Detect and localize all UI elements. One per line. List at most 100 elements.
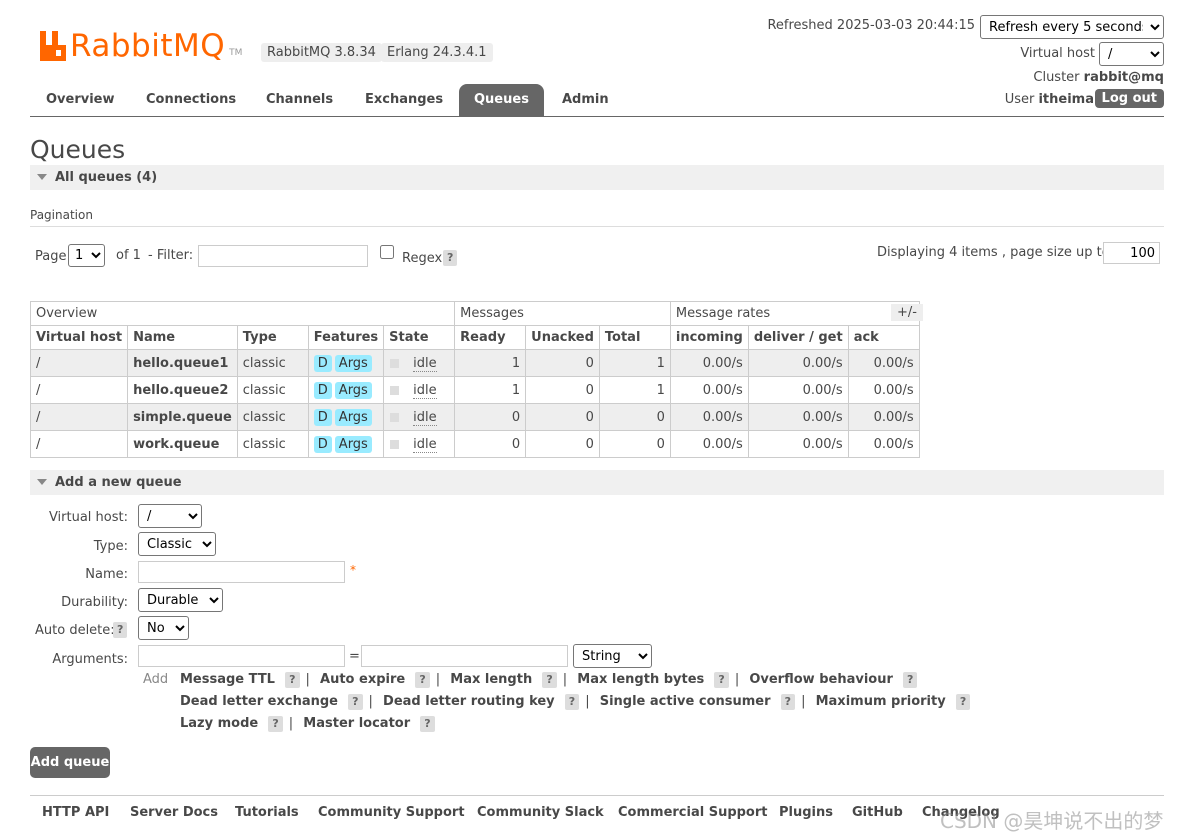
separator: | — [585, 694, 590, 709]
cluster-name: rabbit@mq — [1083, 70, 1164, 85]
tab-admin[interactable]: Admin — [547, 84, 624, 116]
rabbitmq-logo[interactable]: RabbitMQ TM — [40, 27, 243, 62]
queue-name-link[interactable]: work.queue — [127, 430, 238, 458]
help-icon[interactable]: ? — [955, 694, 971, 710]
type-field-select[interactable]: Classic — [138, 532, 216, 556]
erlang-badge: Erlang 24.3.4.1 — [381, 43, 493, 62]
collapse-triangle-icon — [37, 479, 47, 485]
arg-link-maximum-priority[interactable]: Maximum priority — [816, 694, 946, 709]
argument-key-input[interactable] — [138, 645, 345, 667]
cell-vhost: / — [29, 376, 129, 404]
virtual-host-select[interactable]: / — [1099, 42, 1164, 66]
arg-link-single-active-consumer[interactable]: Single active consumer — [600, 694, 771, 709]
footer-link-community-slack[interactable]: Community Slack — [477, 805, 604, 820]
arg-link-dead-letter-routing-key[interactable]: Dead letter routing key — [383, 694, 555, 709]
logo-trademark: TM — [229, 48, 243, 58]
tab-queues[interactable]: Queues — [459, 84, 544, 116]
add-argument-label: Add — [143, 672, 169, 687]
footer-link-github[interactable]: GitHub — [852, 805, 903, 820]
cell-vhost: / — [29, 349, 129, 377]
help-icon[interactable]: ? — [780, 694, 796, 710]
footer-link-commercial-support[interactable]: Commercial Support — [618, 805, 768, 820]
separator: | — [305, 672, 310, 687]
footer-link-http-api[interactable]: HTTP API — [42, 805, 109, 820]
arg-link-overflow-behaviour[interactable]: Overflow behaviour — [749, 672, 893, 687]
arg-link-auto-expire[interactable]: Auto expire — [320, 672, 405, 687]
column-header[interactable]: deliver / get — [747, 325, 849, 350]
help-icon[interactable]: ? — [285, 672, 300, 688]
column-header[interactable]: Ready — [454, 325, 527, 350]
column-header[interactable]: Unacked — [525, 325, 600, 350]
regex-help-icon[interactable]: ? — [443, 250, 458, 266]
durability-select[interactable]: Durable — [138, 588, 223, 612]
page-title: Queues — [30, 135, 126, 164]
cell-deliver-get: 0.00/s — [747, 349, 849, 377]
regex-checkbox[interactable] — [380, 245, 394, 259]
queue-name-link[interactable]: hello.queue1 — [127, 349, 238, 377]
footer-link-tutorials[interactable]: Tutorials — [235, 805, 299, 820]
add-queue-toggle[interactable]: Add a new queue — [30, 470, 1164, 495]
help-icon[interactable]: ? — [415, 672, 430, 688]
column-header[interactable]: Total — [598, 325, 671, 350]
tab-exchanges[interactable]: Exchanges — [350, 84, 458, 116]
arg-link-dead-letter-exchange[interactable]: Dead letter exchange — [180, 694, 338, 709]
column-header[interactable]: Virtual host — [29, 325, 129, 350]
argument-type-select[interactable]: String — [573, 644, 652, 668]
help-icon[interactable]: ? — [268, 716, 283, 732]
queues-table: Overview Messages Message rates Virtual … — [29, 301, 920, 458]
arg-link-master-locator[interactable]: Master locator — [303, 716, 410, 731]
table-row: / hello.queue2 classic D Args idle 1 0 1 … — [29, 376, 920, 404]
queue-name-input[interactable] — [138, 561, 345, 583]
auto-delete-select[interactable]: No — [138, 616, 189, 640]
state-text: idle — [413, 409, 437, 426]
feature-args-badge: Args — [334, 408, 372, 426]
arg-link-lazy-mode[interactable]: Lazy mode — [180, 716, 258, 731]
cell-vhost: / — [29, 403, 129, 431]
all-queues-toggle[interactable]: All queues (4) — [30, 165, 1164, 190]
help-icon[interactable]: ? — [542, 672, 557, 688]
tab-connections[interactable]: Connections — [131, 84, 251, 116]
arg-link-max-length-bytes[interactable]: Max length bytes — [577, 672, 704, 687]
cell-incoming: 0.00/s — [669, 430, 749, 458]
column-toggle-button[interactable]: +/- — [891, 304, 923, 321]
refresh-interval-select[interactable]: Refresh every 5 seconds — [980, 15, 1164, 39]
help-icon[interactable]: ? — [903, 672, 918, 688]
column-header[interactable]: Type — [236, 325, 309, 350]
cluster-info: Cluster rabbit@mq — [1033, 70, 1164, 85]
auto-delete-help-icon[interactable]: ? — [113, 622, 128, 638]
main-nav: Overview Connections Channels Exchanges … — [30, 84, 1164, 117]
queue-name-link[interactable]: hello.queue2 — [127, 376, 238, 404]
column-header[interactable]: ack — [847, 325, 920, 350]
queue-name-link[interactable]: simple.queue — [127, 403, 238, 431]
tab-channels[interactable]: Channels — [251, 84, 348, 116]
state-text: idle — [413, 436, 437, 453]
help-icon[interactable]: ? — [420, 716, 435, 732]
arg-link-max-length[interactable]: Max length — [450, 672, 532, 687]
cell-incoming: 0.00/s — [669, 376, 749, 404]
column-header[interactable]: incoming — [669, 325, 749, 350]
help-icon[interactable]: ? — [564, 694, 580, 710]
page-label: Page — [35, 249, 67, 264]
tab-overview[interactable]: Overview — [31, 84, 130, 116]
argument-value-input[interactable] — [361, 645, 568, 667]
footer-link-community-support[interactable]: Community Support — [318, 805, 465, 820]
arg-link-message-ttl[interactable]: Message TTL — [180, 672, 275, 687]
state-text: idle — [413, 355, 437, 372]
footer-link-server-docs[interactable]: Server Docs — [130, 805, 218, 820]
page-size-input[interactable] — [1103, 242, 1160, 264]
separator: | — [288, 716, 294, 731]
filter-input[interactable] — [198, 245, 368, 267]
vhost-field-select[interactable]: / — [138, 504, 202, 528]
page-select[interactable]: 1 — [68, 244, 105, 267]
help-icon[interactable]: ? — [348, 694, 363, 710]
displaying-text: Displaying 4 items , page size up to: — [877, 245, 1115, 260]
separator: | — [435, 672, 441, 687]
footer-link-plugins[interactable]: Plugins — [779, 805, 833, 820]
cell-type: classic — [236, 349, 309, 377]
column-header[interactable]: State — [383, 325, 456, 350]
add-queue-button[interactable]: Add queue — [30, 747, 110, 778]
cell-state: idle — [383, 403, 456, 431]
column-header[interactable]: Name — [127, 325, 238, 350]
help-icon[interactable]: ? — [714, 672, 729, 688]
filter-label: - Filter: — [148, 248, 194, 263]
